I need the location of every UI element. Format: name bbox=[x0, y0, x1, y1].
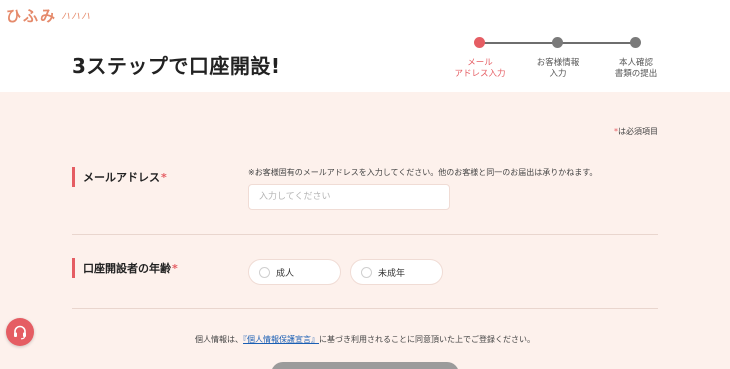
required-note-text: は必須項目 bbox=[618, 127, 658, 136]
logo[interactable]: ひふみ ハハハ bbox=[6, 6, 92, 25]
logo-text: ひふみ bbox=[6, 6, 58, 25]
radio-minor[interactable]: 未成年 bbox=[350, 259, 443, 285]
submit-button[interactable] bbox=[271, 362, 459, 369]
age-label: 口座開設者の年齢 * bbox=[72, 258, 178, 278]
step-dot-customer-info bbox=[552, 37, 563, 48]
step-label-email: メール アドレス入力 bbox=[454, 58, 506, 79]
radio-adult[interactable]: 成人 bbox=[248, 259, 341, 285]
required-note: *は必須項目 bbox=[614, 126, 658, 137]
privacy-suffix: に基づき利用されることに同意頂いた上でご登録ください。 bbox=[319, 335, 535, 344]
email-label: メールアドレス * bbox=[72, 167, 167, 187]
radio-adult-label: 成人 bbox=[276, 268, 295, 279]
help-chat-button[interactable] bbox=[6, 318, 34, 346]
page-title: 3ステップで口座開設! bbox=[72, 54, 281, 78]
required-mark: * bbox=[172, 261, 178, 275]
divider bbox=[72, 308, 658, 309]
logo-subtext: ハハハ bbox=[61, 11, 92, 22]
radio-circle-icon bbox=[259, 266, 270, 278]
divider bbox=[72, 234, 658, 235]
step-label-id-verification: 本人確認 書類の提出 bbox=[614, 58, 658, 79]
headset-icon bbox=[14, 325, 26, 340]
email-note: ※お客様固有のメールアドレスを入力してください。他のお客様と同一のお届出は承りか… bbox=[248, 168, 598, 177]
age-label-text: 口座開設者の年齢 bbox=[83, 262, 171, 275]
privacy-policy-link[interactable]: 『個人情報保護宣言』 bbox=[243, 335, 319, 344]
email-label-text: メールアドレス bbox=[83, 171, 160, 184]
radio-minor-label: 未成年 bbox=[378, 268, 406, 279]
step-connector bbox=[480, 42, 558, 44]
privacy-prefix: 個人情報は、 bbox=[195, 335, 243, 344]
step-dot-id-verification bbox=[630, 37, 641, 48]
step-dot-email bbox=[474, 37, 485, 48]
step-label-customer-info: お客様情報 入力 bbox=[536, 58, 580, 79]
privacy-notice: 個人情報は、『個人情報保護宣言』に基づき利用されることに同意頂いた上でご登録くだ… bbox=[0, 334, 730, 345]
radio-circle-icon bbox=[361, 266, 372, 278]
email-field[interactable] bbox=[248, 184, 450, 210]
progress-stepper: メール アドレス入力 お客様情報 入力 本人確認 書類の提出 bbox=[448, 36, 668, 86]
step-connector bbox=[558, 42, 636, 44]
form-area: *は必須項目 メールアドレス * ※お客様固有のメールアドレスを入力してください。… bbox=[0, 92, 730, 369]
required-mark: * bbox=[161, 170, 167, 184]
